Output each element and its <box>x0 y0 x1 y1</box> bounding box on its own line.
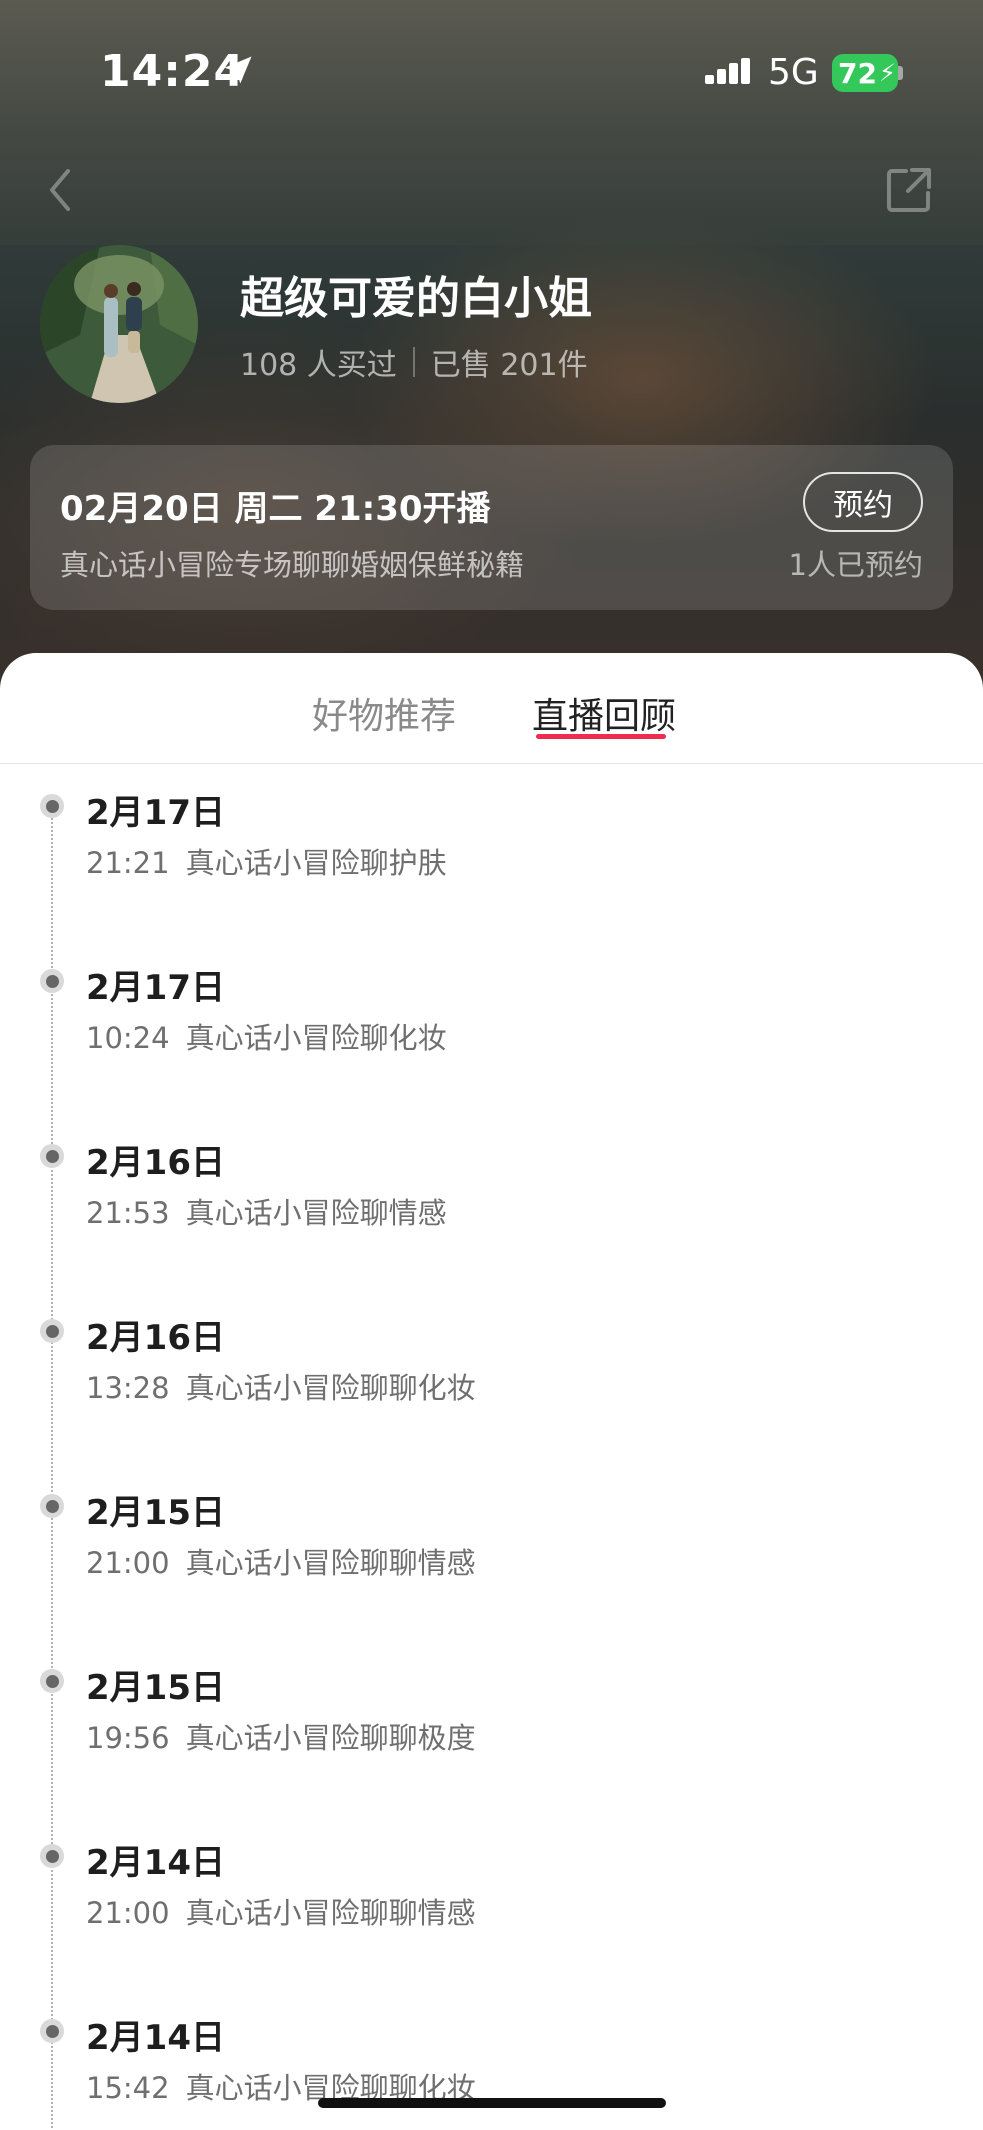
home-indicator <box>318 2098 666 2108</box>
replay-date: 2月17日 <box>86 793 225 833</box>
profile-name: 超级可爱的白小姐 <box>240 273 592 324</box>
replay-time: 13:28 <box>86 1371 170 1405</box>
timeline-dot-icon <box>40 1144 64 1168</box>
profile-header-background: 14:24 5G 72 ⚡ 超级可爱的白小姐 108 人买过 已售 201件 0… <box>0 0 983 700</box>
replay-date: 2月16日 <box>86 1318 225 1358</box>
timeline-dot-icon <box>40 2019 64 2043</box>
replay-title: 真心话小冒险聊情感 <box>185 1196 447 1230</box>
battery-level: 72 <box>838 56 877 90</box>
timeline-item[interactable]: 2月14日 21:00 真心话小冒险聊聊情感 <box>0 1813 983 1988</box>
replay-date: 2月17日 <box>86 968 225 1008</box>
tab-recommended-goods[interactable]: 好物推荐 <box>312 687 456 739</box>
replay-time: 15:42 <box>86 2071 170 2105</box>
avatar-photo <box>40 245 198 403</box>
replay-date: 2月15日 <box>86 1668 225 1708</box>
upcoming-live-card[interactable]: 02月20日 周二 21:30开播 真心话小冒险专场聊聊婚姻保鲜秘籍 预约 1人… <box>30 445 953 610</box>
tab-bar: 好物推荐 直播回顾 <box>0 653 983 764</box>
replay-time: 21:00 <box>86 1546 170 1580</box>
replay-date: 2月16日 <box>86 1143 225 1183</box>
timeline-item[interactable]: 2月15日 21:00 真心话小冒险聊聊情感 <box>0 1463 983 1638</box>
replay-title: 真心话小冒险聊聊情感 <box>185 1546 476 1580</box>
tab-live-replay[interactable]: 直播回顾 <box>532 687 676 739</box>
battery-icon: 72 ⚡ <box>832 54 898 92</box>
timeline-item[interactable]: 2月17日 21:21 真心话小冒险聊护肤 <box>0 763 983 938</box>
timeline-item[interactable]: 2月15日 19:56 真心话小冒险聊聊极度 <box>0 1638 983 1813</box>
timeline-item[interactable]: 2月16日 13:28 真心话小冒险聊聊化妆 <box>0 1288 983 1463</box>
active-tab-indicator <box>536 734 666 739</box>
timeline-item[interactable]: 2月14日 15:42 真心话小冒险聊聊化妆 <box>0 1988 983 2130</box>
bought-count: 108 人买过 <box>240 348 397 383</box>
timeline-dot-icon <box>40 969 64 993</box>
replay-title: 真心话小冒险聊护肤 <box>185 846 447 880</box>
timeline-dot-icon <box>40 1319 64 1343</box>
timeline-dot-icon <box>40 1669 64 1693</box>
timeline-dot-icon <box>40 794 64 818</box>
timeline-dot-icon <box>40 1494 64 1518</box>
replay-date: 2月15日 <box>86 1493 225 1533</box>
timeline-item[interactable]: 2月17日 10:24 真心话小冒险聊化妆 <box>0 938 983 1113</box>
live-replay-timeline: 2月17日 21:21 真心话小冒险聊护肤 2月17日 10:24 真心话小冒险聊化… <box>0 763 983 2130</box>
replay-time: 21:21 <box>86 846 170 880</box>
live-start-time: 02月20日 周二 21:30开播 <box>60 489 491 529</box>
sold-count: 已售 201件 <box>430 348 588 383</box>
location-arrow-icon <box>224 56 252 84</box>
replay-title: 真心话小冒险聊聊极度 <box>185 1721 476 1755</box>
replay-time: 21:00 <box>86 1896 170 1930</box>
replay-title: 真心话小冒险聊化妆 <box>185 1021 447 1055</box>
timeline-dot-icon <box>40 1844 64 1868</box>
replay-date: 2月14日 <box>86 2018 225 2058</box>
back-chevron-icon[interactable] <box>40 165 80 215</box>
replay-time: 10:24 <box>86 1021 170 1055</box>
network-type: 5G <box>768 52 819 93</box>
stats-divider <box>412 347 415 377</box>
replay-time: 19:56 <box>86 1721 170 1755</box>
replay-title: 真心话小冒险聊聊情感 <box>185 1896 476 1930</box>
replay-time: 21:53 <box>86 1196 170 1230</box>
cellular-signal-icon <box>705 58 750 84</box>
reserve-button[interactable]: 预约 <box>803 472 923 532</box>
avatar[interactable] <box>40 245 198 403</box>
status-bar: 14:24 5G 72 ⚡ <box>0 0 983 140</box>
profile-stats: 108 人买过 已售 201件 <box>240 340 588 384</box>
replay-date: 2月14日 <box>86 1843 225 1883</box>
share-icon[interactable] <box>884 165 934 215</box>
live-topic: 真心话小冒险专场聊聊婚姻保鲜秘籍 <box>60 548 525 582</box>
charging-bolt-icon: ⚡ <box>878 59 896 87</box>
timeline-item[interactable]: 2月16日 21:53 真心话小冒险聊情感 <box>0 1113 983 1288</box>
content-sheet: 好物推荐 直播回顾 2月17日 21:21 真心话小冒险聊护肤 2月17日 10:… <box>0 653 983 2130</box>
reserve-count: 1人已预约 <box>788 548 923 582</box>
replay-title: 真心话小冒险聊聊化妆 <box>185 1371 476 1405</box>
battery-nub <box>898 66 903 80</box>
